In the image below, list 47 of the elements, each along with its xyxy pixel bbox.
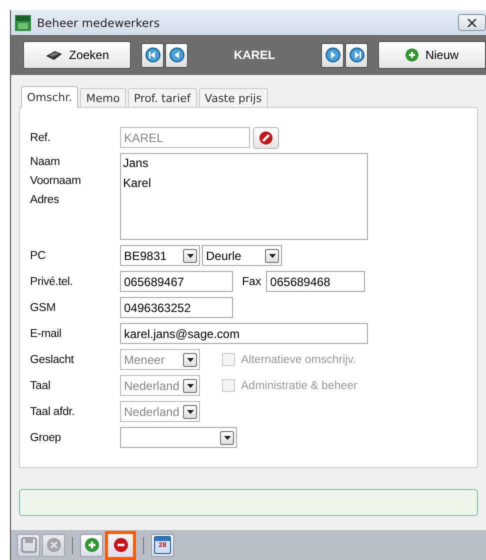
- first-record-button[interactable]: [141, 42, 164, 68]
- delete-button[interactable]: [253, 126, 279, 148]
- tab[interactable]: Omschr.: [21, 86, 78, 108]
- tab[interactable]: Memo: [80, 88, 126, 107]
- input-field[interactable]: 065689468: [266, 271, 366, 292]
- field-label: Fax: [242, 276, 262, 288]
- field-label: PC: [30, 250, 47, 262]
- close-icon: [467, 18, 477, 26]
- delete-button[interactable]: [105, 530, 136, 560]
- field-label: Groep: [30, 432, 62, 444]
- checkbox-label: Alternatieve omschrijv.: [241, 354, 356, 366]
- new-button[interactable]: Nieuw: [378, 41, 486, 69]
- no-entry-icon: [259, 130, 273, 144]
- last-record-button[interactable]: [345, 42, 368, 68]
- next-record-button[interactable]: [321, 42, 344, 68]
- field-label: Geslacht: [30, 354, 75, 366]
- window-title: Beheer medewerkers: [37, 16, 161, 30]
- dropdown[interactable]: Deurle: [202, 245, 282, 266]
- plus-icon: [84, 537, 100, 553]
- tab[interactable]: Vaste prijs: [198, 88, 268, 107]
- field-label: Ref.: [30, 132, 52, 144]
- input-field[interactable]: 065689467: [120, 271, 233, 292]
- add-button[interactable]: [80, 534, 103, 556]
- search-button[interactable]: Zoeken: [23, 41, 131, 69]
- plus-icon: [405, 48, 420, 62]
- dropdown[interactable]: BE9831: [120, 245, 200, 266]
- input-field[interactable]: 0496363252: [120, 297, 233, 318]
- field-label: Adres: [30, 194, 60, 206]
- field-label: Taal afdr.: [30, 406, 76, 418]
- field-label: Voornaam: [30, 175, 82, 187]
- dropdown[interactable]: [120, 427, 237, 448]
- app-icon: [15, 14, 31, 30]
- cancel-icon: [46, 537, 62, 553]
- tab[interactable]: Prof. tarief: [128, 88, 197, 107]
- save-icon: [20, 537, 36, 553]
- previous-record-button[interactable]: [165, 42, 188, 68]
- field-label: Privé.tel.: [30, 276, 74, 288]
- checkbox-label: Administratie & beheer: [241, 380, 358, 392]
- field-label: Taal: [30, 380, 52, 392]
- field-label: GSM: [30, 302, 57, 314]
- close-button[interactable]: [458, 14, 486, 31]
- text-area[interactable]: Jans Karel: [120, 153, 368, 240]
- input-field[interactable]: karel.jans@sage.com: [120, 323, 368, 344]
- field-label: Naam: [30, 156, 61, 168]
- field-label: E-mail: [30, 328, 62, 340]
- minus-icon: [112, 537, 128, 553]
- record-name: KAREL: [232, 48, 276, 62]
